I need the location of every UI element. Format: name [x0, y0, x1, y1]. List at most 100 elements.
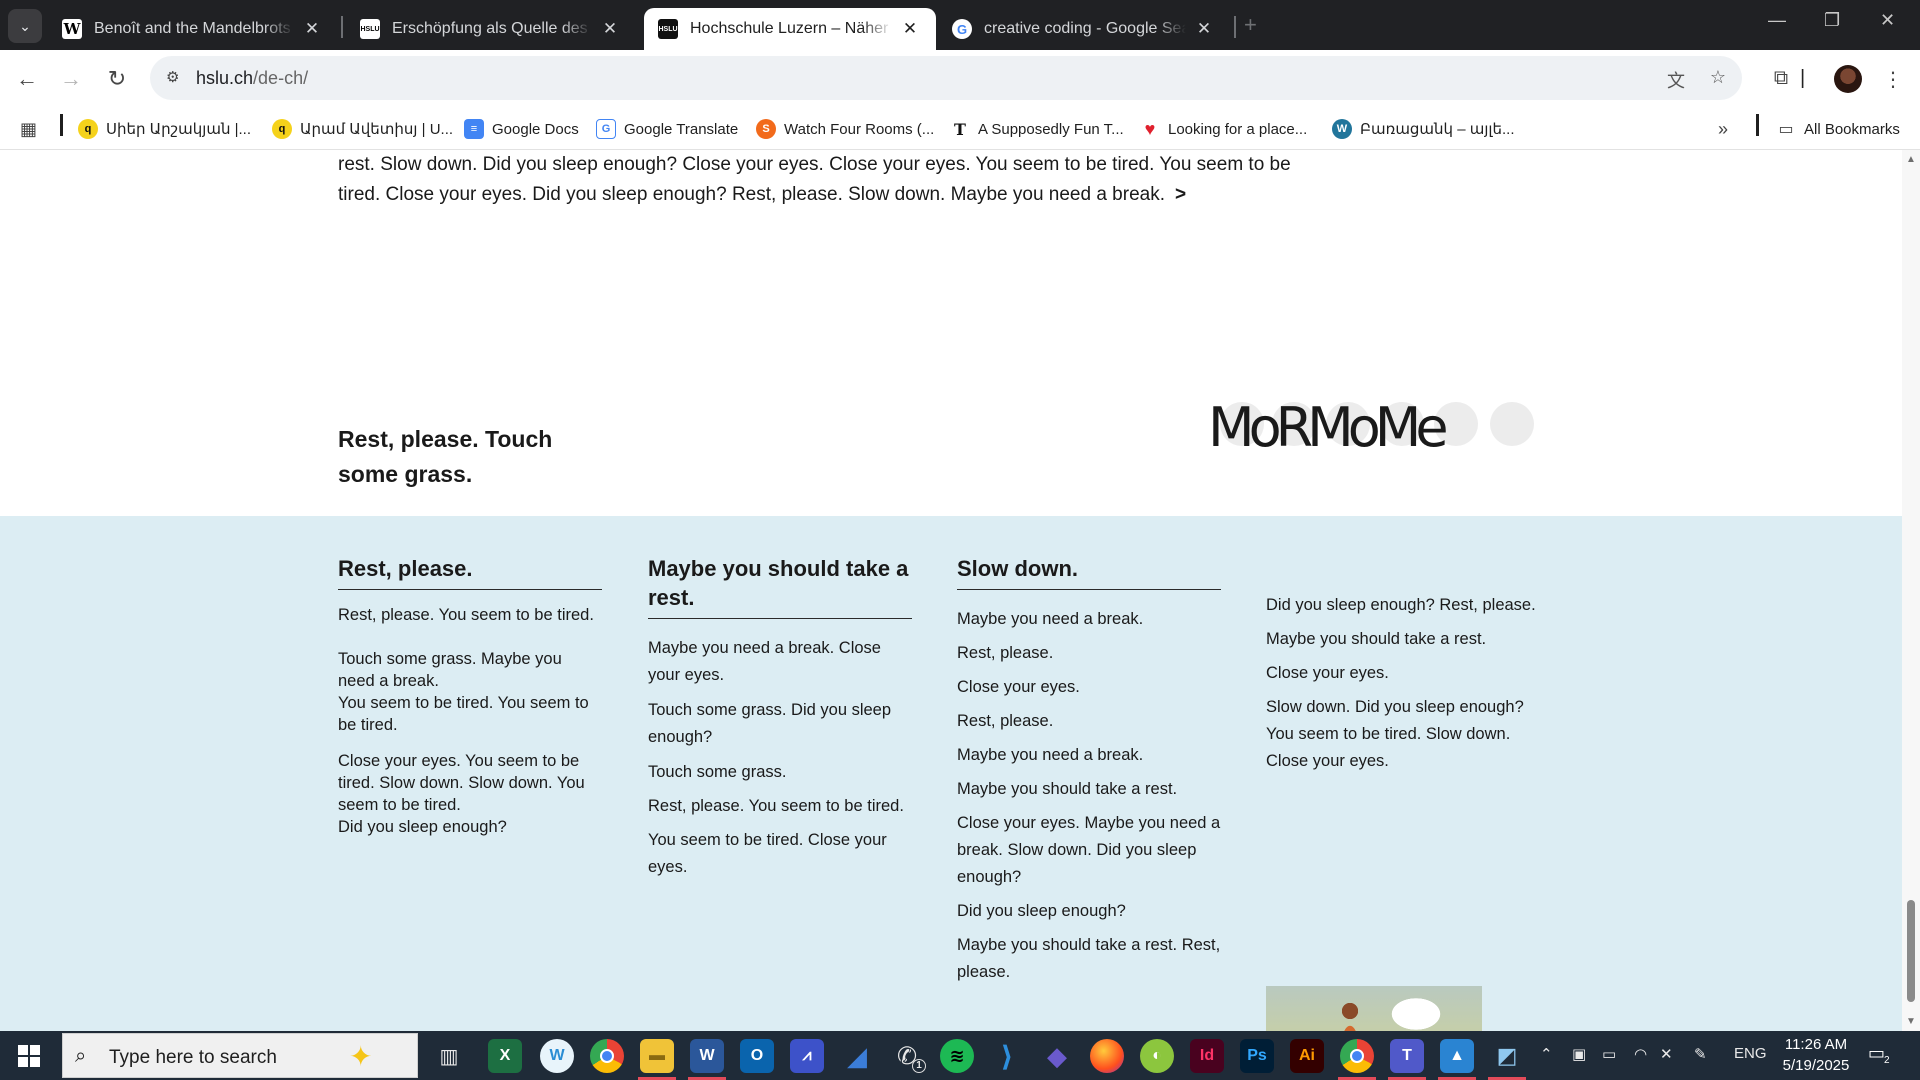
column-text: Maybe you need a break. [957, 746, 1144, 764]
menu-dots-icon[interactable]: ⋮ [1880, 67, 1906, 93]
animated-glitch-text: MoRMoMe [1208, 388, 1570, 468]
bookmark-item[interactable]: q Սիեր Արշակյան |... [78, 114, 251, 144]
more-bookmarks-button[interactable]: » [1718, 114, 1728, 144]
photos-icon[interactable]: ▲ [1440, 1039, 1474, 1073]
chrome-profile-icon[interactable] [1340, 1039, 1374, 1073]
chevron-double-right-icon: » [1718, 118, 1729, 139]
column-text: Rest, please. [957, 712, 1054, 730]
battery-icon[interactable]: ▭ [1602, 1045, 1616, 1063]
scroll-thumb[interactable] [1907, 900, 1915, 1002]
close-icon[interactable]: ✕ [302, 19, 322, 39]
bookmark-item[interactable]: ≡ Google Docs [464, 114, 579, 144]
forward-button[interactable]: → [56, 64, 86, 94]
w-app-icon[interactable]: W [540, 1039, 574, 1073]
teams-icon[interactable]: T [1390, 1039, 1424, 1073]
column-text: Maybe you need a break. Close your eyes. [648, 639, 881, 684]
column-text: Maybe you should take a rest. Rest, plea… [957, 936, 1221, 981]
minimize-button[interactable]: — [1768, 10, 1786, 31]
file-explorer-icon[interactable]: ▬ [640, 1039, 674, 1073]
bookmarks-bar: ▦ q Սիեր Արշակյան |... q Արամ Ավետիսյ | … [0, 108, 1920, 150]
page-scrollbar[interactable]: ▲ ▼ [1902, 150, 1920, 1031]
notification-count: 2 [1884, 1055, 1890, 1066]
url-text: hslu.ch/de-ch/ [196, 68, 308, 89]
toolbar-divider: | [1800, 67, 1806, 89]
close-window-button[interactable]: ✕ [1880, 10, 1895, 31]
column-text: Did you sleep enough? [957, 902, 1126, 920]
bookmark-label: Looking for a place... [1168, 120, 1308, 138]
footer-section: Rest, please. Rest, please. You seem to … [0, 516, 1902, 1031]
scroll-up-icon[interactable]: ▲ [1906, 154, 1916, 165]
volume-muted-icon[interactable]: ✕ [1660, 1045, 1673, 1063]
reload-button[interactable]: ↻ [102, 64, 132, 94]
illustrator-icon[interactable]: Ai [1290, 1039, 1324, 1073]
tab-search-button[interactable]: ⌄ [8, 9, 42, 43]
close-icon[interactable]: ✕ [900, 19, 920, 39]
language-indicator[interactable]: ENG [1734, 1045, 1767, 1062]
close-icon[interactable]: ✕ [1194, 19, 1214, 39]
stock-photo: shutterstruck [1266, 986, 1482, 1031]
word-icon[interactable]: W [690, 1039, 724, 1073]
bookmark-item[interactable]: G Google Translate [596, 114, 738, 144]
chrome-icon[interactable] [590, 1039, 624, 1073]
taskbar-search-box[interactable]: ⌕ Type here to search ✦ [62, 1033, 418, 1078]
all-bookmarks-label: All Bookmarks [1804, 120, 1900, 138]
apps-button[interactable]: ▦ [20, 114, 37, 144]
chevron-up-icon[interactable]: ⌃ [1540, 1045, 1553, 1063]
pen-icon[interactable]: ✎ [1694, 1045, 1707, 1063]
bookmark-item[interactable]: q Արամ Ավետիսյ | U... [272, 114, 453, 144]
column-text: Touch some grass. Maybe you need a break… [338, 650, 589, 734]
tab-hslu-active[interactable]: HSLU Hochschule Luzern – Näher dran ✕ [644, 8, 936, 50]
wordpress-icon: W [1332, 119, 1352, 139]
column-text: Touch some grass. Did you sleep enough? [648, 701, 892, 746]
new-tab-button[interactable]: + [1244, 12, 1257, 38]
bookmark-item[interactable]: S Watch Four Rooms (... [756, 114, 934, 144]
extensions-icon[interactable]: ⧉ [1768, 67, 1794, 93]
q-icon: q [78, 119, 98, 139]
indesign-icon[interactable]: Id [1190, 1039, 1224, 1073]
snipping-tool-icon[interactable]: ◩ [1490, 1039, 1524, 1073]
spotify-icon[interactable]: ≋ [940, 1039, 974, 1073]
column-heading: Slow down. [957, 554, 1221, 590]
address-bar[interactable]: ⚙ hslu.ch/de-ch/ 文 ☆ [150, 56, 1742, 100]
footer-column-1: Rest, please. Rest, please. You seem to … [338, 554, 602, 838]
outlook-icon[interactable]: O [740, 1039, 774, 1073]
wifi-icon[interactable]: ◠ [1634, 1045, 1647, 1063]
glitch-text: MoRMoMe [1208, 396, 1449, 459]
media-app-icon[interactable]: ◆ [1040, 1039, 1074, 1073]
s-icon: S [756, 119, 776, 139]
tab-wikipedia[interactable]: W Benoît and the Mandelbrots - Wikipedia… [48, 8, 338, 50]
translate-icon[interactable]: 文 [1664, 67, 1688, 91]
vpn-app-icon[interactable]: ⩘ [790, 1039, 824, 1073]
firefox-icon[interactable] [1090, 1039, 1124, 1073]
close-icon[interactable]: ✕ [600, 19, 620, 39]
scroll-down-icon[interactable]: ▼ [1906, 1016, 1916, 1027]
system-clock[interactable]: 11:26 AM 5/19/2025 [1776, 1034, 1856, 1076]
green-app-icon[interactable]: ◐ [1140, 1039, 1174, 1073]
read-more-link[interactable]: > [1175, 180, 1186, 210]
meet-now-icon[interactable]: ▣ [1572, 1045, 1586, 1063]
search-icon: ⌕ [75, 1045, 87, 1067]
hslu-icon: HSLU [658, 19, 678, 39]
azure-app-icon[interactable]: ◢ [840, 1039, 874, 1073]
bookmark-item[interactable]: T A Supposedly Fun T... [950, 114, 1124, 144]
whatsapp-icon[interactable]: ✆ 1 [890, 1039, 926, 1073]
restore-button[interactable]: ❐ [1824, 10, 1840, 31]
photoshop-icon[interactable]: Ps [1240, 1039, 1274, 1073]
tab-title: creative coding - Google Search [984, 20, 1186, 37]
tab-erschoepfung[interactable]: HSLU Erschöpfung als Quelle des (inneren… [346, 8, 636, 50]
clock-time: 11:26 AM [1784, 1036, 1848, 1053]
profile-avatar[interactable] [1834, 65, 1862, 93]
task-view-icon[interactable]: ▥ [432, 1039, 466, 1073]
site-info-icon[interactable]: ⚙ [166, 68, 186, 88]
vscode-icon[interactable]: ⟩ [990, 1039, 1024, 1073]
notification-center-icon[interactable]: ▭ 2 [1868, 1043, 1890, 1066]
star-icon[interactable]: ☆ [1706, 67, 1730, 91]
back-button[interactable]: ← [12, 64, 42, 94]
tab-google-search[interactable]: G creative coding - Google Search ✕ [938, 8, 1230, 50]
bookmark-item[interactable]: ♥ Looking for a place... [1140, 114, 1308, 144]
windows-start-button[interactable] [18, 1045, 40, 1067]
bookmark-item[interactable]: W Բառացանկ – այլե... [1332, 114, 1515, 144]
url-host: hslu.ch [196, 68, 254, 88]
all-bookmarks-button[interactable]: ▭ All Bookmarks [1776, 114, 1900, 144]
excel-icon[interactable]: X [488, 1039, 522, 1073]
